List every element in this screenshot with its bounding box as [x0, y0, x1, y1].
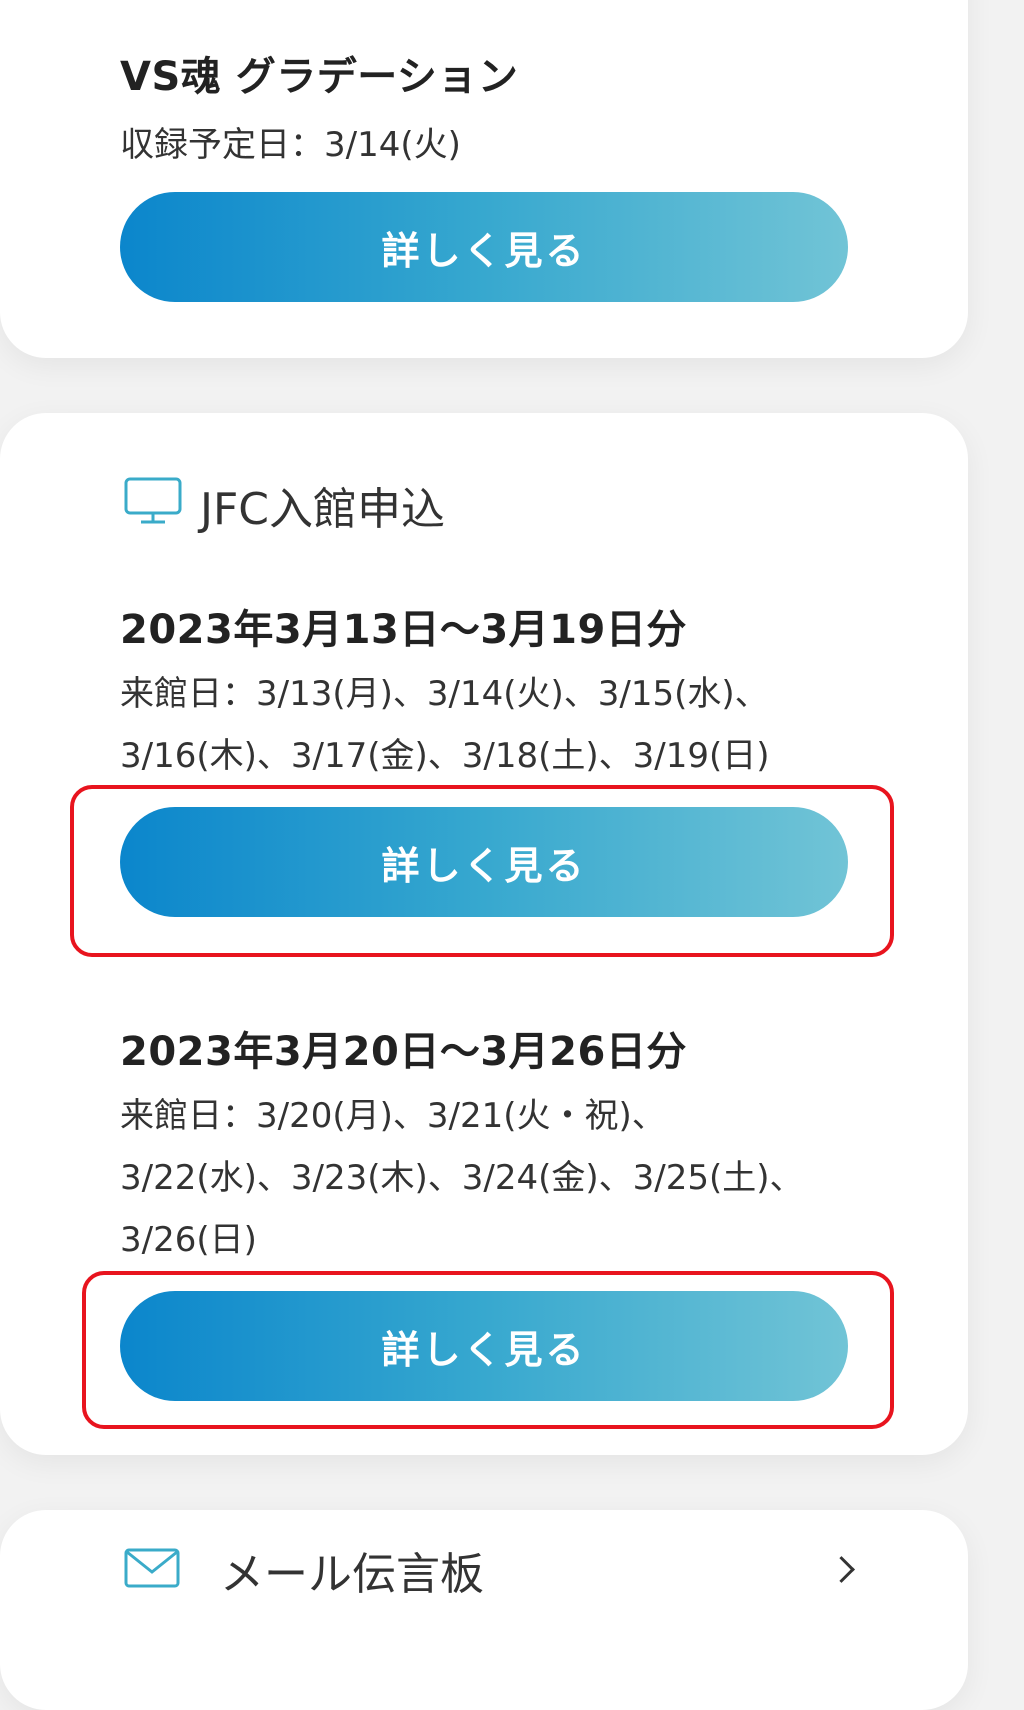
details-button[interactable]: 詳しく見る	[120, 1291, 848, 1401]
section-title: JFC入館申込	[200, 484, 446, 535]
mail-board-title: メール伝言板	[220, 1549, 484, 1600]
recording-title: VS魂 グラデーション	[120, 54, 519, 100]
visit-dates-line: 3/22(水)、3/23(木)、3/24(金)、3/25(土)、	[120, 1158, 804, 1198]
visit-dates-line: 3/26(日)	[120, 1220, 257, 1260]
period-title: 2023年3月20日〜3月26日分	[120, 1029, 687, 1075]
visit-dates-line: 3/16(木)、3/17(金)、3/18(土)、3/19(日)	[120, 736, 770, 776]
recording-date: 収録予定日：3/14(火)	[120, 125, 461, 165]
period-title: 2023年3月13日〜3月19日分	[120, 607, 687, 653]
mail-board-card[interactable]: メール伝言板	[0, 1510, 968, 1710]
details-button[interactable]: 詳しく見る	[120, 192, 848, 302]
details-button[interactable]: 詳しく見る	[120, 807, 848, 917]
jfc-card: JFC入館申込 2023年3月13日〜3月19日分 来館日：3/13(月)、3/…	[0, 413, 968, 1455]
chevron-right-icon	[828, 1556, 855, 1583]
monitor-icon	[124, 477, 182, 524]
mail-icon	[124, 1548, 180, 1588]
recording-card: VS魂 グラデーション 収録予定日：3/14(火) 詳しく見る	[0, 0, 968, 358]
visit-dates-line: 来館日：3/13(月)、3/14(火)、3/15(水)、	[120, 674, 769, 714]
visit-dates-line: 来館日：3/20(月)、3/21(火・祝)、	[120, 1096, 666, 1136]
